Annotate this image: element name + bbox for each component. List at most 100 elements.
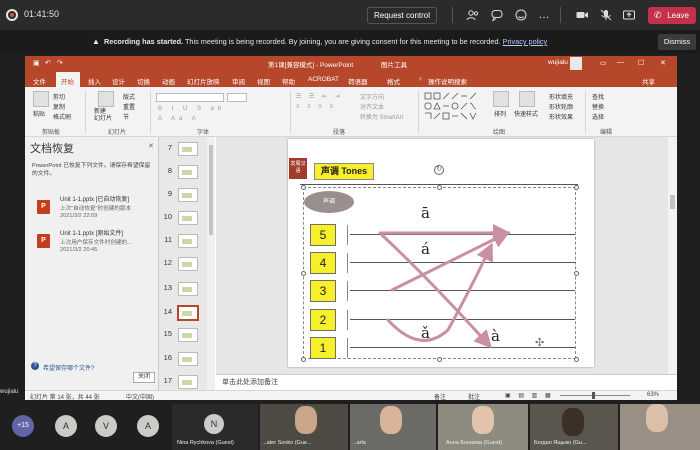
find-button[interactable]: 查找 xyxy=(592,92,604,101)
maximize-icon[interactable]: ☐ xyxy=(638,59,644,67)
arrange-icon[interactable] xyxy=(493,91,509,107)
request-control-button[interactable]: Request control xyxy=(367,7,437,24)
slide-thumbnail[interactable] xyxy=(178,282,198,296)
font-style-buttons[interactable]: B I U S ab xyxy=(158,106,225,112)
redo-icon[interactable]: ↷ xyxy=(57,59,63,67)
resize-handle[interactable] xyxy=(301,357,306,362)
zoom-level[interactable]: 63% xyxy=(647,392,659,398)
resize-handle[interactable] xyxy=(574,185,579,190)
save-icon[interactable]: ▣ xyxy=(33,59,40,67)
undo-icon[interactable]: ↶ xyxy=(45,59,51,67)
paste-button[interactable]: 粘贴 xyxy=(33,109,45,118)
layout-button[interactable]: 版式 xyxy=(123,92,135,101)
new-slide-button[interactable]: 新建 幻灯片 xyxy=(94,109,112,123)
paste-icon[interactable] xyxy=(33,91,49,107)
notes-placeholder[interactable]: 单击此处添加备注 xyxy=(222,377,278,387)
share-button[interactable]: 共享 xyxy=(642,76,655,86)
slide-thumbnail[interactable] xyxy=(178,234,198,248)
which-file-link[interactable]: 希望保存哪个文件? xyxy=(43,363,94,372)
zoom-slider-thumb[interactable] xyxy=(592,392,595,399)
chat-icon[interactable] xyxy=(490,8,504,22)
slide-thumbnail[interactable] xyxy=(178,328,198,342)
recovered-file-name[interactable]: Unit 1-1.pptx [已自动恢复] xyxy=(60,194,129,203)
reactions-icon[interactable] xyxy=(514,8,528,22)
new-slide-icon[interactable] xyxy=(98,91,114,107)
slide-thumbnail[interactable] xyxy=(178,142,198,156)
shape-fill-button[interactable]: 形状填充 xyxy=(549,92,573,101)
notes-pane[interactable] xyxy=(216,374,677,390)
quick-styles-button[interactable]: 快速样式 xyxy=(514,109,538,118)
text-direction-button[interactable]: 文字方向 xyxy=(360,92,384,101)
font-color-buttons[interactable]: A Aa A xyxy=(158,116,200,122)
tab-slideshow[interactable]: 幻灯片放映 xyxy=(187,76,220,86)
select-button[interactable]: 选择 xyxy=(592,112,604,121)
copy-button[interactable]: 复制 xyxy=(53,102,65,111)
dismiss-button[interactable]: Dismiss xyxy=(658,34,696,50)
tab-help[interactable]: 帮助 xyxy=(282,76,295,86)
picture-selection-box[interactable] xyxy=(303,187,576,359)
slide-thumbnail[interactable] xyxy=(178,257,198,271)
thumbnail-scroll-thumb[interactable] xyxy=(209,145,213,235)
reset-button[interactable]: 重置 xyxy=(123,102,135,111)
resize-handle[interactable] xyxy=(574,271,579,276)
replace-button[interactable]: 替换 xyxy=(592,102,604,111)
slide-thumbnail[interactable] xyxy=(178,375,198,389)
format-painter-button[interactable]: 格式刷 xyxy=(53,112,71,121)
tab-acrobat[interactable]: ACROBAT xyxy=(308,76,339,83)
resize-handle[interactable] xyxy=(437,357,442,362)
tell-me-search[interactable]: 操作说明搜索 xyxy=(428,76,467,86)
tab-design[interactable]: 设计 xyxy=(112,76,125,86)
editor-scrollbar[interactable] xyxy=(668,137,677,374)
tab-addin[interactable]: 荷语器 xyxy=(348,76,368,86)
font-size-select[interactable] xyxy=(227,93,247,102)
zoom-slider[interactable] xyxy=(560,395,630,396)
shape-outline-button[interactable]: 形状轮廓 xyxy=(549,102,573,111)
shape-effects-button[interactable]: 形状效果 xyxy=(549,112,573,121)
recovery-close-button[interactable]: 关闭 xyxy=(133,372,155,383)
shapes-gallery[interactable] xyxy=(424,92,484,122)
tab-view[interactable]: 视图 xyxy=(257,76,270,86)
tab-review[interactable]: 审阅 xyxy=(232,76,245,86)
slide-thumbnail[interactable] xyxy=(178,188,198,202)
slide-thumbnail[interactable] xyxy=(178,352,198,366)
slide-thumbnail[interactable] xyxy=(178,165,198,179)
avatar[interactable]: V xyxy=(95,415,117,437)
section-button[interactable]: 节 xyxy=(123,112,129,121)
close-icon[interactable]: ✕ xyxy=(660,59,666,67)
view-buttons[interactable]: ▣ ▤ ▥ ▦ xyxy=(505,392,554,399)
quick-styles-icon[interactable] xyxy=(519,91,535,107)
ribbon-options-icon[interactable]: ▭ xyxy=(600,59,607,67)
slide-thumbnail[interactable] xyxy=(178,211,198,225)
resize-handle[interactable] xyxy=(301,271,306,276)
slide-thumbnail-selected[interactable] xyxy=(177,305,199,321)
slide-title[interactable]: 声调 Tones xyxy=(314,163,374,180)
original-file-name[interactable]: Unit 1-1.pptx [原始文件] xyxy=(60,228,123,237)
camera-icon[interactable] xyxy=(575,8,589,22)
avatar[interactable] xyxy=(570,57,582,70)
resize-handle[interactable] xyxy=(301,185,306,190)
tab-animations[interactable]: 动画 xyxy=(162,76,175,86)
resize-handle[interactable] xyxy=(437,185,442,190)
smartart-button[interactable]: 转换为 SmartArt xyxy=(360,112,403,121)
privacy-policy-link[interactable]: Privacy policy xyxy=(503,37,548,46)
more-participants-badge[interactable]: +15 xyxy=(12,415,34,437)
tab-insert[interactable]: 插入 xyxy=(88,76,101,86)
tab-transitions[interactable]: 切换 xyxy=(137,76,150,86)
list-buttons[interactable]: ☰ ☰ ⇤ ⇥ xyxy=(296,93,343,100)
avatar[interactable]: A xyxy=(137,415,159,437)
close-icon[interactable]: ✕ xyxy=(148,142,154,150)
editor-scroll-thumb[interactable] xyxy=(670,195,675,209)
people-icon[interactable] xyxy=(466,8,480,22)
tab-home[interactable]: 开始 xyxy=(61,76,74,86)
minimize-icon[interactable]: — xyxy=(617,59,624,66)
avatar[interactable]: A xyxy=(55,415,77,437)
align-buttons[interactable]: ≡ ≡ ≡ ≡ xyxy=(296,104,336,110)
arrange-button[interactable]: 排列 xyxy=(494,109,506,118)
rotate-handle-icon[interactable]: ↻ xyxy=(434,165,444,175)
share-icon[interactable] xyxy=(622,8,636,22)
mic-off-icon[interactable] xyxy=(599,8,613,22)
tab-file[interactable]: 文件 xyxy=(33,76,46,86)
font-name-select[interactable] xyxy=(156,93,224,102)
cut-button[interactable]: 剪切 xyxy=(53,92,65,101)
tab-format[interactable]: 格式 xyxy=(387,76,400,86)
